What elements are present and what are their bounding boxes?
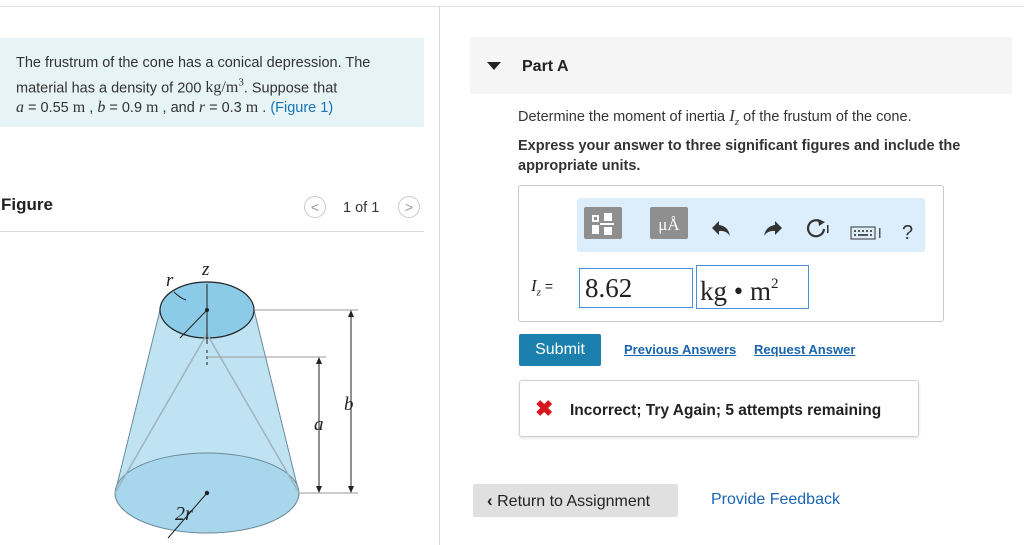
figure-heading: Figure <box>1 195 53 214</box>
fraction-template-icon[interactable] <box>584 207 622 239</box>
reset-glyph <box>806 219 829 238</box>
top-divider <box>0 6 1024 7</box>
problem-text: . Suppose that <box>243 79 338 96</box>
question-text: Determine the moment of inertia Iz of th… <box>518 106 912 128</box>
value-input[interactable]: 8.62 <box>579 268 693 308</box>
figure-divider <box>0 231 424 232</box>
figure-counter: 1 of 1 <box>343 200 380 216</box>
triangle-down-icon[interactable] <box>487 62 501 70</box>
unit-exponent: 2 <box>770 276 779 292</box>
submit-button[interactable]: Submit <box>519 334 601 366</box>
label-r: r <box>166 270 174 291</box>
chevron-left-icon: ‹ <box>487 491 493 510</box>
label-a: a <box>314 414 324 435</box>
label-z: z <box>201 259 210 280</box>
help-button[interactable]: ? <box>902 222 913 245</box>
panel-divider <box>439 6 440 545</box>
part-title: Part A <box>522 58 569 75</box>
x-mark-icon: ✖ <box>535 396 554 421</box>
undo-glyph <box>712 221 730 236</box>
previous-answers-link[interactable]: Previous Answers <box>624 342 736 357</box>
problem-line-1: The frustrum of the cone has a conical d… <box>16 55 371 71</box>
var-a: a <box>16 99 24 117</box>
fraction-template-glyph <box>592 213 614 235</box>
undo-icon[interactable] <box>708 217 736 245</box>
redo-icon[interactable] <box>758 217 786 245</box>
separator: , and <box>158 100 199 117</box>
frustum-figure: r z b a 2r <box>114 259 358 539</box>
provide-feedback-link[interactable]: Provide Feedback <box>711 491 840 509</box>
value-b: = 0.9 <box>105 100 147 117</box>
value-r: = 0.3 <box>205 100 246 117</box>
question-pre: Determine the moment of inertia <box>518 109 730 125</box>
question-post: of the frustum of the cone. <box>739 109 912 125</box>
problem-line-2: material has a density of 200 kg/m3. Sup… <box>16 74 408 99</box>
unit-m: m <box>72 99 86 117</box>
figure-link[interactable]: (Figure 1) <box>270 100 333 116</box>
density-unit: kg/m3 <box>205 77 243 96</box>
units-button[interactable]: μÅ <box>650 207 688 239</box>
return-label: Return to Assignment <box>497 493 651 510</box>
unit-input[interactable]: kg • m2 <box>696 265 809 309</box>
instruction-text: Express your answer to three significant… <box>518 138 961 174</box>
unit-m: m <box>245 99 259 117</box>
keyboard-glyph <box>850 226 881 240</box>
reset-icon[interactable] <box>803 217 831 245</box>
answer-label: Iz = <box>531 276 553 298</box>
unit-base: kg • m <box>700 276 771 306</box>
value-a: = 0.55 <box>24 100 73 117</box>
separator: . <box>258 100 271 117</box>
redo-glyph <box>764 221 782 236</box>
answer-equals: = <box>540 278 554 294</box>
feedback-text: Incorrect; Try Again; 5 attempts remaini… <box>570 402 882 419</box>
separator: , <box>85 100 98 117</box>
chevron-left-icon[interactable]: < <box>304 196 326 218</box>
label-b: b <box>344 394 354 415</box>
return-to-assignment-button[interactable]: ‹ Return to Assignment <box>473 484 678 517</box>
request-answer-link[interactable]: Request Answer <box>754 342 855 357</box>
problem-statement: The frustrum of the cone has a conical d… <box>0 38 424 127</box>
chevron-right-icon[interactable]: > <box>398 196 420 218</box>
keyboard-icon[interactable] <box>849 224 885 247</box>
unit-m: m <box>146 99 159 117</box>
problem-text: material has a density of 200 <box>16 79 206 96</box>
problem-line-3: a = 0.55 m , b = 0.9 m , and r = 0.3 m .… <box>16 98 408 119</box>
density-unit-base: kg/m <box>205 78 239 96</box>
label-2r: 2r <box>175 503 193 525</box>
